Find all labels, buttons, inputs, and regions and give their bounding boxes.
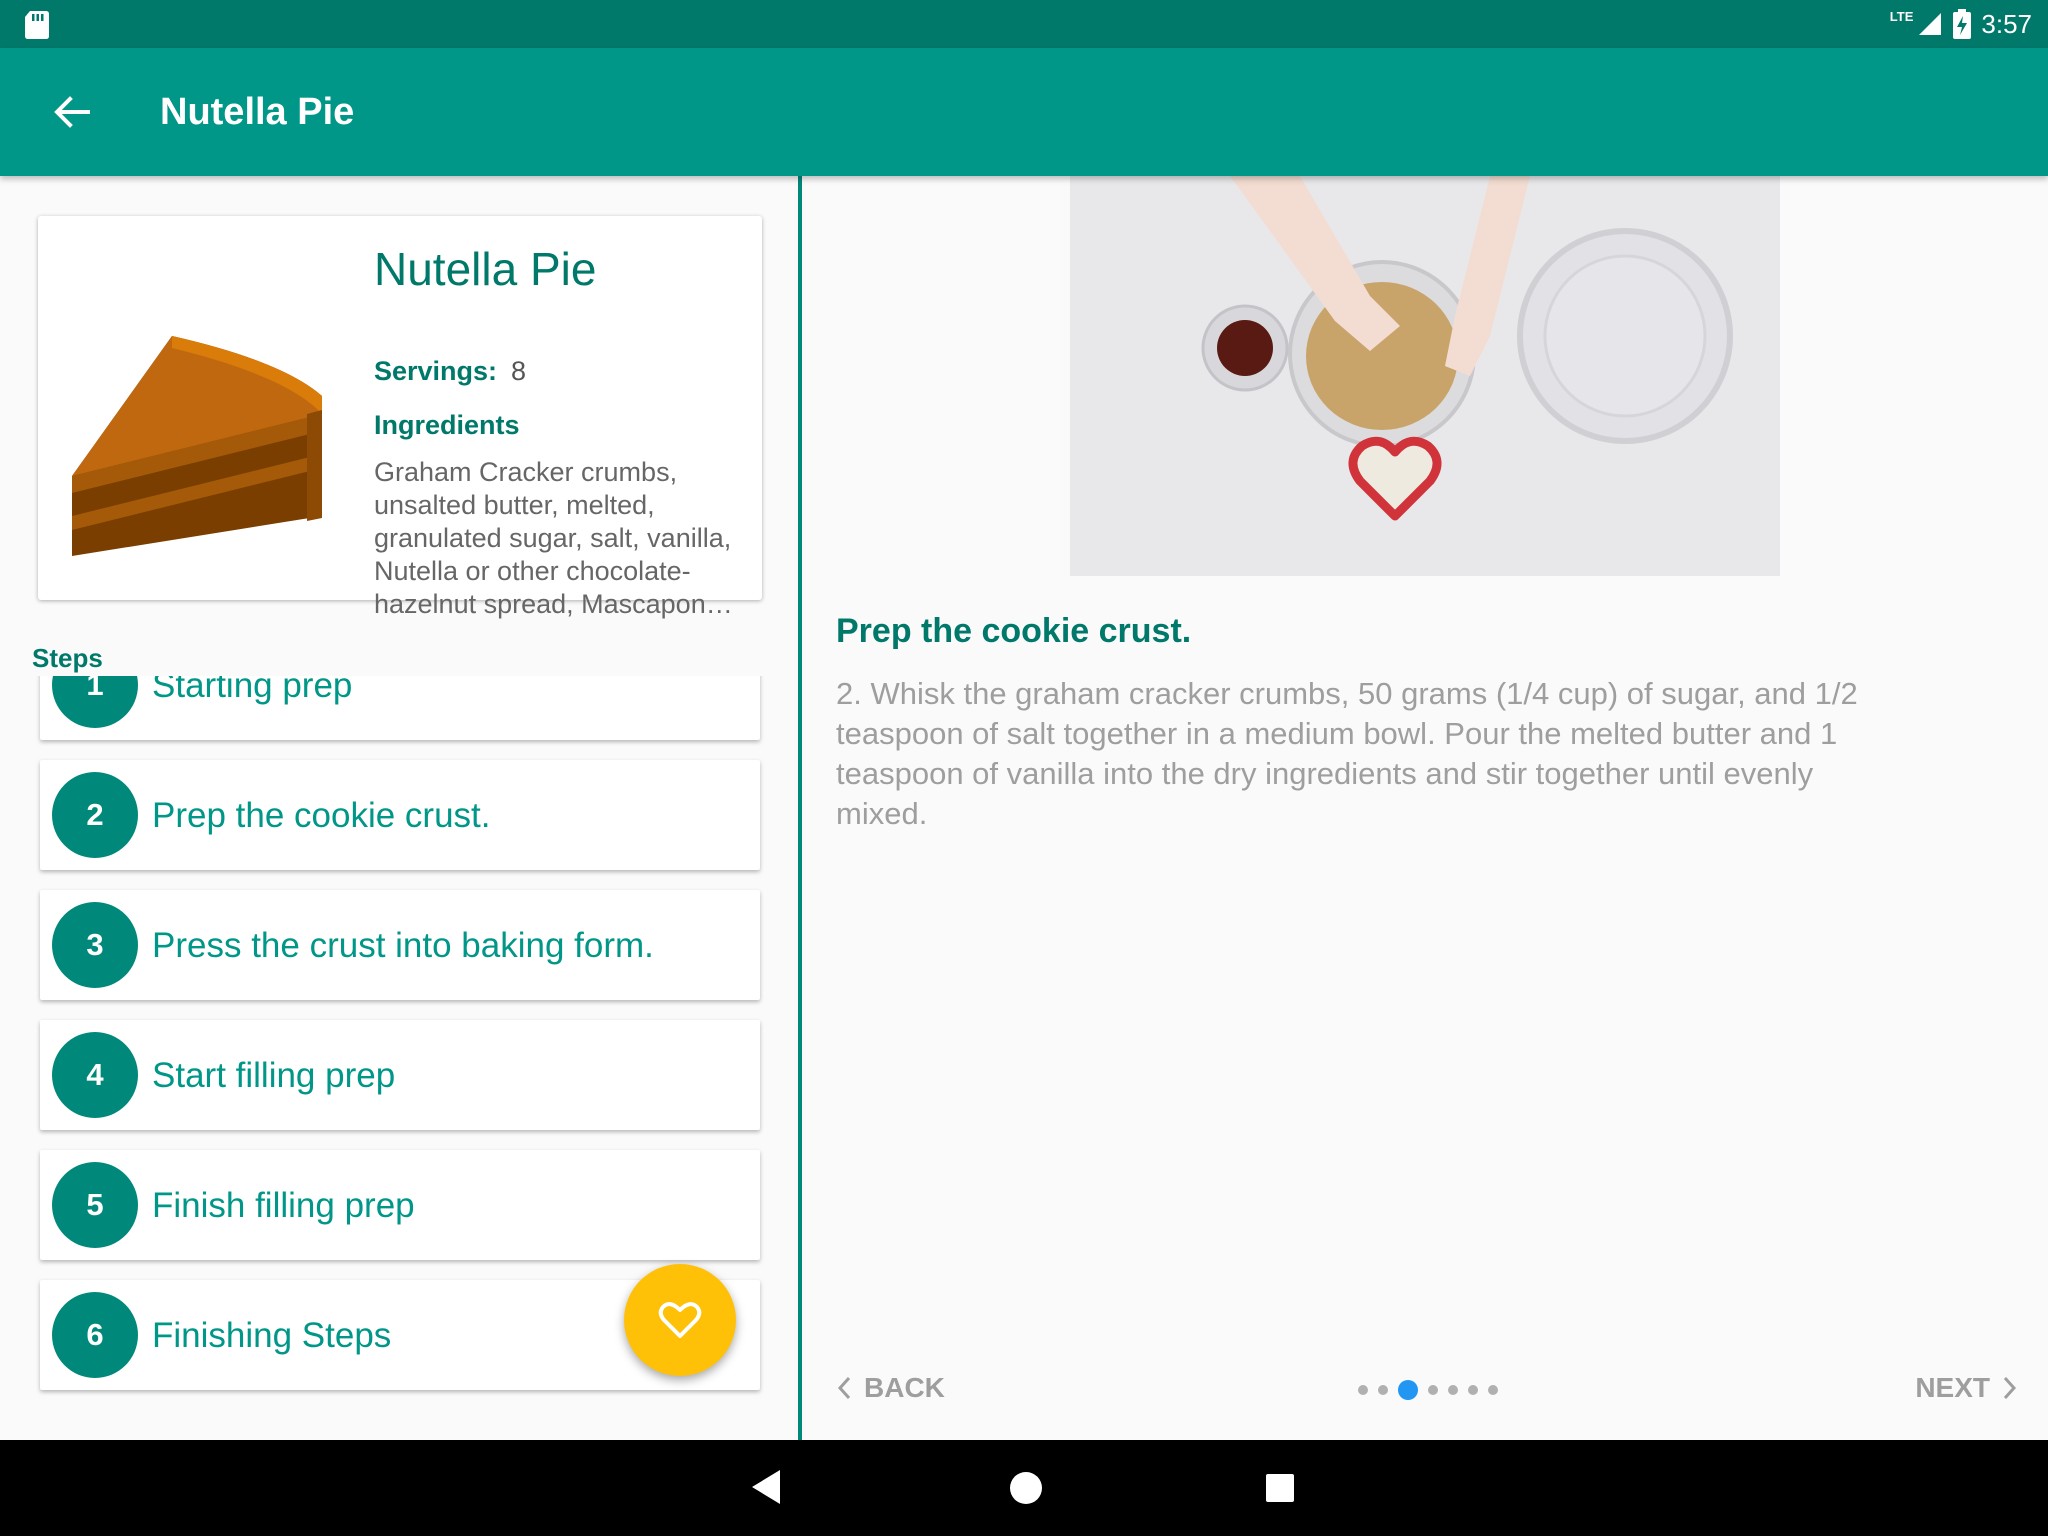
ingredients-text: Graham Cracker crumbs, unsalted butter, … <box>374 457 733 619</box>
system-navigation-bar <box>0 1440 2048 1536</box>
step-video-thumbnail[interactable] <box>1070 176 1780 576</box>
step-detail-pane: Prep the cookie crust. 2. Whisk the grah… <box>802 176 2048 1440</box>
back-button-label: BACK <box>864 1372 945 1403</box>
network-type: LTE <box>1889 8 1914 24</box>
servings-label: Servings: <box>374 356 498 386</box>
step-number-badge: 6 <box>52 1292 138 1378</box>
page-dot-2[interactable] <box>1378 1385 1388 1395</box>
step-title: Finishing Steps <box>152 1316 392 1355</box>
step-card-3[interactable]: 3 Press the crust into baking form. <box>40 890 760 1000</box>
step-description: 2. Whisk the graham cracker crumbs, 50 g… <box>836 676 1858 831</box>
page-dot-5[interactable] <box>1448 1385 1458 1395</box>
signal-icon <box>1919 13 1942 35</box>
next-button-label: NEXT <box>1915 1372 1990 1403</box>
step-title: Start filling prep <box>152 1056 396 1095</box>
heart-outline-icon <box>658 1302 702 1338</box>
chevron-right-icon <box>2003 1376 2017 1400</box>
step-number-badge: 2 <box>52 772 138 858</box>
nav-back-icon[interactable] <box>748 1468 784 1506</box>
battery-charging-icon <box>1953 9 1972 39</box>
step-title: Press the crust into baking form. <box>152 926 654 965</box>
sd-card-icon <box>25 11 49 39</box>
page-title: Nutella Pie <box>160 91 355 133</box>
arrow-back-icon[interactable] <box>52 92 92 132</box>
step-number-badge: 1 <box>52 676 138 728</box>
page-dot-1[interactable] <box>1358 1385 1368 1395</box>
chevron-left-icon <box>837 1376 851 1400</box>
step-card-1[interactable]: 1 Starting prep <box>40 676 760 740</box>
step-page-indicator <box>1358 1380 1498 1400</box>
status-bar: LTE 3:57 <box>0 0 2048 48</box>
step-card-2[interactable]: 2 Prep the cookie crust. <box>40 760 760 870</box>
step-card-5[interactable]: 5 Finish filling prep <box>40 1150 760 1260</box>
recipe-name: Nutella Pie <box>374 243 597 295</box>
step-title: Starting prep <box>152 676 353 705</box>
page-dot-6[interactable] <box>1468 1385 1478 1395</box>
nav-home-icon[interactable] <box>1008 1470 1044 1506</box>
page-dot-7[interactable] <box>1488 1385 1498 1395</box>
step-number-badge: 3 <box>52 902 138 988</box>
nav-recents-icon[interactable] <box>1264 1472 1296 1504</box>
recipe-card: Nutella Pie Servings: 8 Ingredients Graha… <box>38 216 762 619</box>
next-button[interactable]: NEXT <box>1915 1372 2018 1404</box>
ingredients-heading: Ingredients <box>374 410 520 440</box>
pie-slice-image <box>72 336 322 556</box>
step-photo <box>1070 176 1780 576</box>
step-title: Finish filling prep <box>152 1186 415 1225</box>
back-button[interactable]: BACK <box>836 1372 945 1404</box>
page-dot-3[interactable] <box>1398 1380 1418 1400</box>
steps-heading: Steps <box>32 643 103 673</box>
clock: 3:57 <box>1981 8 2032 39</box>
step-heading: Prep the cookie crust. <box>836 612 1192 650</box>
step-number-badge: 4 <box>52 1032 138 1118</box>
favorite-fab-button[interactable] <box>624 1264 736 1376</box>
step-card-4[interactable]: 4 Start filling prep <box>40 1020 760 1130</box>
servings: Servings: 8 <box>374 356 526 387</box>
servings-value: 8 <box>511 356 527 386</box>
app-bar: Nutella Pie <box>0 48 2048 176</box>
step-number-badge: 5 <box>52 1162 138 1248</box>
step-title: Prep the cookie crust. <box>152 796 491 835</box>
page-dot-4[interactable] <box>1428 1385 1438 1395</box>
recipe-master-pane: Nutella Pie Servings: 8 Ingredients Graha… <box>0 176 798 1440</box>
status-icons: LTE 3:57 <box>1890 0 2032 48</box>
